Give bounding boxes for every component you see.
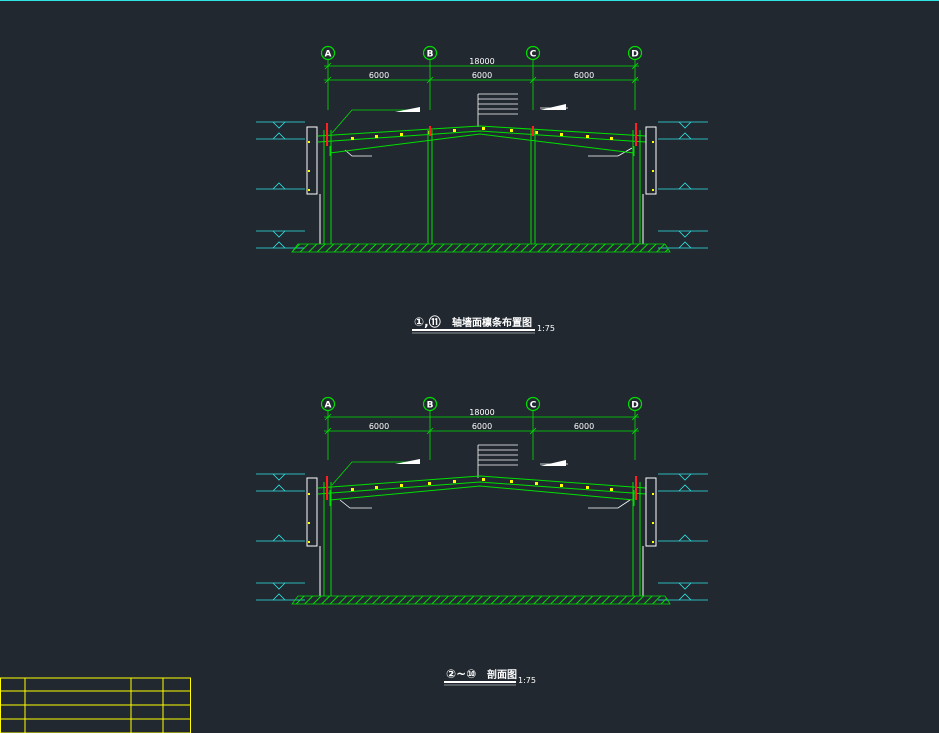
axis-bubble-d[interactable]: D [627,396,643,412]
gable-wall-right [642,126,657,244]
total-dimension: 18000 [469,57,494,66]
cad-viewport[interactable]: A B C D 18000 6000 6000 6000 ①,⑪ 轴墙面檩条布置… [0,0,939,733]
axis-bubble-c[interactable]: C [525,396,541,412]
axis-label: C [530,50,537,60]
title-text: 轴墙面檩条布置图 [452,316,532,329]
title-scale: 1:75 [518,676,536,685]
bay-dimension: 6000 [369,422,389,431]
columns [323,482,641,596]
bay-dimension: 6000 [574,422,594,431]
axis-label: A [325,401,332,411]
level-markers-right [658,473,708,601]
purlins [351,127,613,140]
axis-label: A [325,50,332,60]
axis-label: D [631,50,638,60]
axis-label: B [427,401,434,411]
bay-dimension: 6000 [472,422,492,431]
axis-bubble-a[interactable]: A [320,396,336,412]
roof-rafter [317,125,647,156]
level-markers-left [256,121,305,249]
bay-dimension: 6000 [472,71,492,80]
axis-bubble-c[interactable]: C [525,45,541,61]
axis-label: C [530,401,537,411]
section-drawing-2: A B C D 18000 6000 6000 6000 ②~⑩ 剖面图 1:7… [256,396,708,686]
title-symbols: ②~⑩ [446,667,476,681]
wall-girts [308,141,654,191]
total-dimension: 18000 [469,408,494,417]
axis-bubble-b[interactable]: B [422,45,438,61]
axis-lines [327,60,636,110]
cad-canvas[interactable]: A B C D 18000 6000 6000 6000 ①,⑪ 轴墙面檩条布置… [0,0,939,733]
bay-dimension: 6000 [369,71,389,80]
axis-lines [327,411,636,460]
level-markers-right [658,121,708,249]
title-scale: 1:75 [537,324,555,333]
axis-label: D [631,401,638,411]
axis-bubble-b[interactable]: B [422,396,438,412]
drawing-title-1: ①,⑪ 轴墙面檩条布置图 1:75 [412,314,555,334]
title-symbols: ①,⑪ [414,314,441,329]
title-block-table [0,677,191,733]
gable-wall-left [306,126,321,244]
gable-wall-right [642,477,657,596]
ground-slab [291,243,671,253]
title-text: 剖面图 [487,668,517,681]
axis-label: B [427,50,434,60]
drawing-title-2: ②~⑩ 剖面图 1:75 [444,667,536,686]
axis-bubble-a[interactable]: A [320,45,336,61]
ground-slab [291,595,671,605]
ridge-note-lines [477,93,518,127]
columns [323,130,641,244]
level-markers-left [256,473,305,601]
ridge-note-lines [477,444,518,478]
section-drawing-1: A B C D 18000 6000 6000 6000 ①,⑪ 轴墙面檩条布置… [256,45,708,334]
wall-girts [308,493,654,543]
bay-dimension: 6000 [574,71,594,80]
gable-wall-left [306,477,321,596]
axis-bubble-d[interactable]: D [627,45,643,61]
